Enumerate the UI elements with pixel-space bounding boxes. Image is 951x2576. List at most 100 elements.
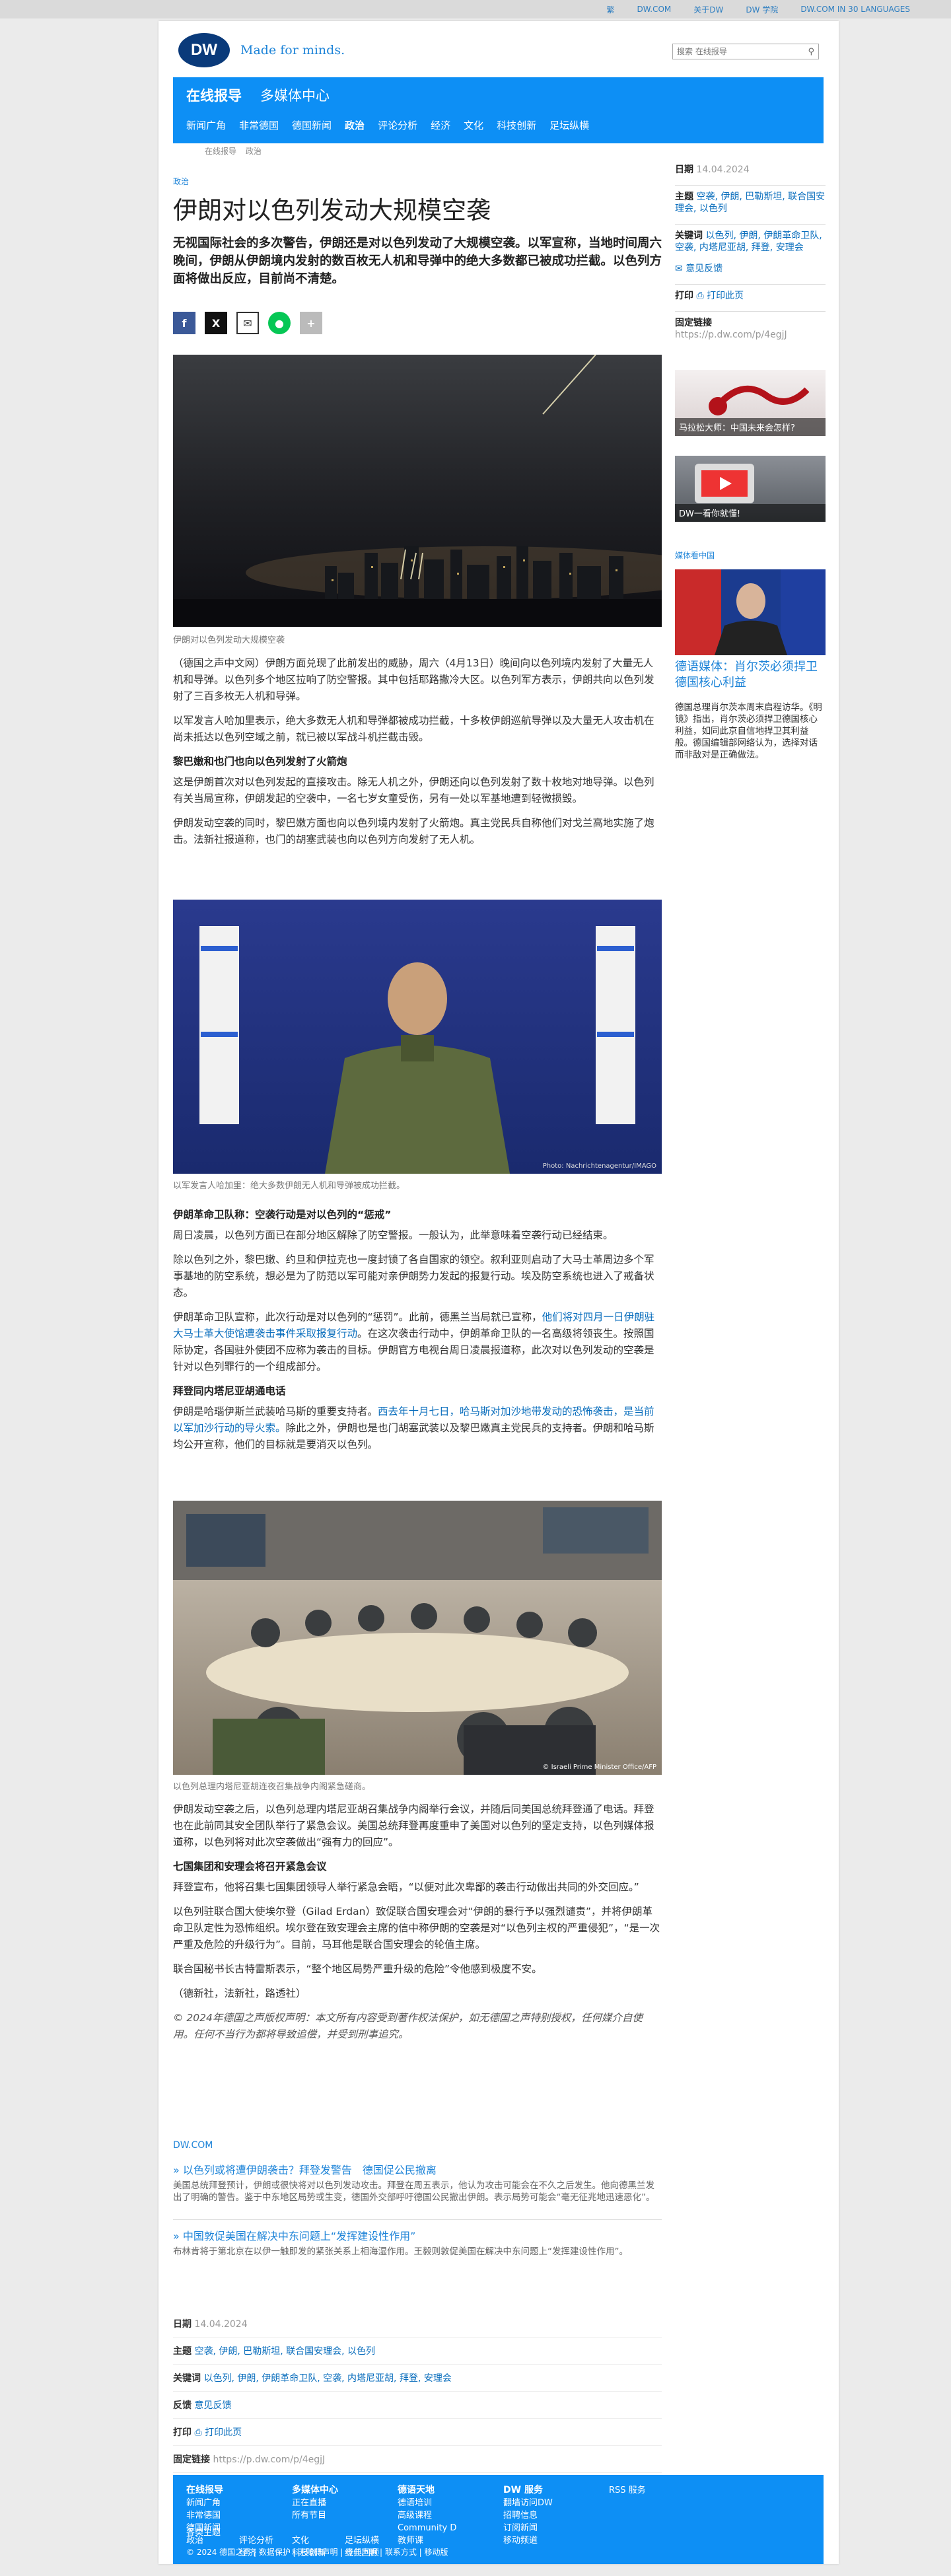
promo-label[interactable]: 马拉松大师：中国未来会怎样?	[675, 418, 826, 436]
footer-link[interactable]: 翻墙访问DW	[503, 2497, 553, 2509]
keyword-links[interactable]: 以色列, 伊朗, 伊朗革命卫队, 空袭, 内塔尼亚胡, 拜登, 安理会	[203, 2373, 451, 2384]
brand[interactable]: DW Made for minds.	[178, 33, 345, 67]
about-dw-link[interactable]: 关于DW	[693, 4, 723, 15]
x-twitter-icon[interactable]: X	[205, 312, 227, 334]
nav-culture[interactable]: 文化	[464, 118, 483, 132]
meta-keywords: 关键词 以色列, 伊朗, 伊朗革命卫队, 空袭, 内塔尼亚胡, 拜登, 安理会	[675, 231, 822, 253]
article-meta-bottom: 日期 14.04.2024 主题 空袭, 伊朗, 巴勒斯坦, 联合国安理会, 以…	[173, 2310, 662, 2473]
footer-link[interactable]: 招聘信息	[503, 2509, 553, 2522]
footer-topics-link[interactable]: 各类主题	[186, 2525, 221, 2538]
dw-academy-link[interactable]: DW 学院	[746, 4, 778, 15]
footer-heading[interactable]: 在线报导	[186, 2484, 223, 2497]
footer-link[interactable]: 足坛纵横	[345, 2534, 379, 2547]
breadcrumb-item[interactable]: 政治	[246, 145, 262, 157]
related-title[interactable]: » 以色列或将遭伊朗袭击？拜登发警告 德国促公民撤离	[173, 2161, 662, 2177]
photo-credit: Photo: Nachrichtenagentur/IMAGO	[542, 1163, 656, 1170]
media-article-desc: 德国总理肖尔茨本周末启程访华。《明镜》指出，肖尔茨必须捍卫德国核心利益，如同此京…	[675, 702, 822, 760]
nav-germany[interactable]: 非常德国	[239, 118, 279, 132]
footer-link[interactable]: 移动频道	[503, 2534, 553, 2547]
text-span: 伊朗革命卫队宣称，此次行动是对以色列的“惩罚”。此前，德黑兰当局就已宣称，	[173, 1311, 542, 1323]
paragraph: 以色列驻联合国大使埃尔登（Gilad Erdan）致促联合国安理会对“伊朗的暴行…	[173, 1906, 660, 1950]
nav-science[interactable]: 科技创新	[497, 118, 536, 132]
footer-link[interactable]: 订阅新闻	[503, 2522, 553, 2534]
paragraph: 拜登宣布，他将召集七国集团领导人举行紧急会晤，“以便对此次卑鄙的袭击行动做出共同…	[173, 1881, 639, 1893]
search-icon[interactable]: ⚲	[808, 47, 814, 57]
search-input[interactable]	[677, 47, 808, 56]
footer-heading[interactable]: DW 服务	[503, 2484, 553, 2497]
promo-label[interactable]: DW一看你就懂!	[675, 504, 826, 522]
nav-football[interactable]: 足坛纵横	[549, 118, 589, 132]
related-article[interactable]: » 以色列或将遭伊朗袭击？拜登发警告 德国促公民撤离 美国总统拜登预计，伊朗或很…	[173, 2161, 662, 2203]
dw-logo[interactable]: DW	[178, 33, 230, 67]
facebook-icon[interactable]: f	[173, 312, 195, 334]
feedback-link[interactable]: ✉ 意见反馈	[675, 264, 722, 274]
article-body-2: 伊朗革命卫队称：空袭行动是对以色列的“惩戒” 周日凌晨，以色列方面已在部分地区解…	[173, 1200, 662, 1461]
more-share-icon[interactable]: +	[300, 312, 322, 334]
print-link[interactable]: ⎙ 打印此页	[696, 291, 744, 301]
permalink[interactable]: https://p.dw.com/p/4egjJ	[675, 329, 826, 341]
footer-heading[interactable]: 多媒体中心	[292, 2484, 338, 2497]
nav-german-news[interactable]: 德国新闻	[292, 118, 332, 132]
footer-legal[interactable]: © 2024 德国之声 | 数据保护 | 无障碍声明 | 责任声明 | 联系方式…	[186, 2546, 448, 2558]
languages-link[interactable]: DW.COM IN 30 LANGUAGES	[800, 5, 910, 14]
meta-permalink: 固定链接 https://p.dw.com/p/4egjJ	[675, 317, 826, 341]
article-image-spokesman: Photo: Nachrichtenagentur/IMAGO	[173, 900, 662, 1174]
meta-topics: 主题 空袭, 伊朗, 巴勒斯坦, 联合国安理会, 以色列	[675, 192, 826, 214]
footer-heading[interactable]: 德语天地	[398, 2484, 456, 2497]
media-article-title[interactable]: 德语媒体：肖尔茨必须捍卫德国核心利益	[675, 659, 826, 691]
image-caption: 伊朗对以色列发动大规模空袭	[173, 635, 285, 645]
article-image-cabinet: © Israeli Prime Minister Office/AFP	[173, 1501, 662, 1775]
footer-col-services: DW 服务 翻墙访问DW 招聘信息 订阅新闻 移动频道	[503, 2484, 553, 2547]
top-utility-bar: 繁 DW.COM 关于DW DW 学院 DW.COM IN 30 LANGUAG…	[0, 0, 951, 18]
nav-politics[interactable]: 政治	[345, 118, 365, 132]
media-section-label[interactable]: 媒体看中国	[675, 550, 715, 561]
print-link[interactable]: ⎙ 打印此页	[194, 2427, 242, 2438]
footer-link[interactable]: RSS 服务	[609, 2484, 646, 2497]
article-kicker[interactable]: 政治	[173, 176, 189, 187]
dwcom-section-label[interactable]: DW.COM	[173, 2140, 213, 2151]
promo-youtube[interactable]: DW一看你就懂!	[675, 456, 826, 522]
email-icon[interactable]: ✉	[236, 312, 259, 334]
meta-date: 日期 14.04.2024	[173, 2310, 662, 2338]
article-image-skyline	[173, 355, 662, 627]
line-icon[interactable]: ●	[268, 312, 291, 334]
multimedia-title[interactable]: 多媒体中心	[260, 85, 330, 105]
divider	[675, 284, 826, 285]
footer-link[interactable]: 文化	[292, 2534, 326, 2547]
permalink[interactable]: https://p.dw.com/p/4egjJ	[213, 2454, 325, 2465]
related-article[interactable]: » 中国敦促美国在解决中东问题上“发挥建设性作用” 布林肯将于第北京在以伊一触即…	[173, 2227, 662, 2258]
footer-link[interactable]: 德语培训	[398, 2497, 456, 2509]
topic-links[interactable]: 空袭, 伊朗, 巴勒斯坦, 联合国安理会, 以色列	[675, 192, 825, 214]
search-box[interactable]: ⚲	[672, 44, 819, 59]
paragraph: 联合国秘书长古特雷斯表示，“整个地区局势严重升级的危险”令他感到极度不安。	[173, 1963, 542, 1975]
footer-link[interactable]: 新闻广角	[186, 2497, 223, 2509]
nav-economy[interactable]: 经济	[431, 118, 450, 132]
breadcrumb-item[interactable]: 在线报导	[205, 145, 236, 157]
footer-link[interactable]: Community D	[398, 2522, 456, 2534]
promo-dragon[interactable]: 马拉松大师：中国未来会怎样?	[675, 370, 826, 436]
lang-traditional-link[interactable]: 繁	[607, 4, 615, 15]
article-title: 伊朗对以色列发动大规模空袭	[173, 196, 491, 225]
topic-links[interactable]: 空袭, 伊朗, 巴勒斯坦, 联合国安理会, 以色列	[194, 2346, 375, 2357]
related-title[interactable]: » 中国敦促美国在解决中东问题上“发挥建设性作用”	[173, 2227, 662, 2243]
footer-link[interactable]: 正在直播	[292, 2497, 338, 2509]
footer-link[interactable]: 非常德国	[186, 2509, 223, 2522]
nav-opinion[interactable]: 评论分析	[378, 118, 417, 132]
footer-link[interactable]: 评论分析	[239, 2534, 273, 2547]
slogan: Made for minds.	[240, 43, 345, 57]
nav-news[interactable]: 新闻广角	[186, 118, 226, 132]
article-body-3: 伊朗发动空袭之后，以色列总理内塔尼亚胡召集战争内阁举行会议，并随后同美国总统拜登…	[173, 1801, 662, 2051]
page-container: DW Made for minds. ⚲ 在线报导 多媒体中心 新闻广角 非常德…	[158, 21, 839, 2564]
dwcom-link[interactable]: DW.COM	[637, 5, 672, 14]
media-image[interactable]	[675, 569, 826, 655]
text-span: 伊朗是哈瑙伊斯兰武装哈马斯的重要支持者。	[173, 1406, 378, 1417]
footer-link[interactable]: 所有节目	[292, 2509, 338, 2522]
footer-link[interactable]: 高级课程	[398, 2509, 456, 2522]
meta-feedback: 反馈 意见反馈	[173, 2392, 662, 2419]
footer-link[interactable]: 教师课	[398, 2534, 456, 2547]
paragraph: 伊朗是哈瑙伊斯兰武装哈马斯的重要支持者。西去年十月七日，哈马斯对加沙地带发动的恐…	[173, 1404, 662, 1453]
footer-col-services-more: RSS 服务	[609, 2484, 646, 2497]
section-title[interactable]: 在线报导	[186, 85, 242, 105]
scholz-illustration	[675, 569, 826, 655]
feedback-link[interactable]: 意见反馈	[194, 2400, 231, 2411]
